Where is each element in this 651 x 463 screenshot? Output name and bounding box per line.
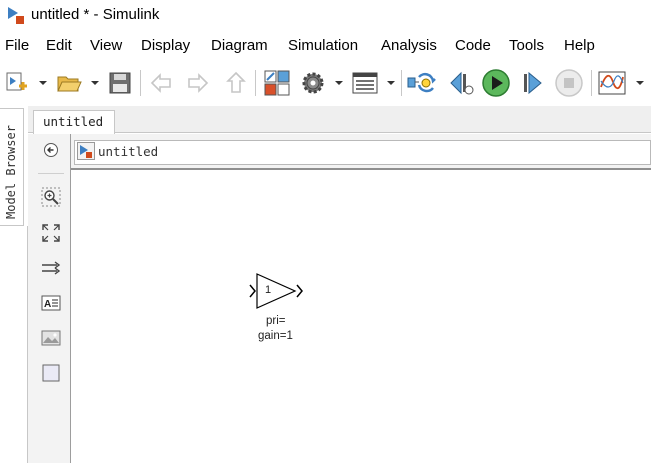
menu-tools[interactable]: Tools xyxy=(509,37,544,54)
menu-code[interactable]: Code xyxy=(455,37,491,54)
open-dropdown-icon[interactable] xyxy=(90,79,100,87)
model-explorer-dropdown-icon[interactable] xyxy=(386,79,396,87)
tab-untitled[interactable]: untitled xyxy=(33,110,115,134)
image-button[interactable] xyxy=(40,327,62,349)
menu-view[interactable]: View xyxy=(90,37,122,54)
menu-diagram[interactable]: Diagram xyxy=(211,37,268,54)
model-settings-button[interactable] xyxy=(298,68,328,98)
library-browser-icon xyxy=(264,70,290,96)
gain-block-value: 1 xyxy=(265,284,272,296)
fit-view-button[interactable] xyxy=(40,222,62,244)
settings-dropdown-icon[interactable] xyxy=(334,79,344,87)
title-bar: untitled * - Simulink xyxy=(0,0,651,32)
run-button[interactable] xyxy=(481,68,511,98)
toolbar xyxy=(0,62,651,104)
breadcrumb[interactable] xyxy=(74,140,651,165)
model-browser-label: Model Browser xyxy=(4,125,18,219)
hide-browser-icon xyxy=(44,143,58,157)
tab-label: untitled xyxy=(43,114,104,129)
new-model-button[interactable] xyxy=(2,68,32,98)
toolbar-separator xyxy=(591,70,592,96)
scope-button[interactable] xyxy=(597,68,627,98)
menu-help[interactable]: Help xyxy=(564,37,595,54)
model-browser-tab[interactable]: Model Browser xyxy=(0,108,24,226)
toolbar-separator xyxy=(401,70,402,96)
run-icon xyxy=(482,69,510,97)
annotation-button[interactable]: A xyxy=(40,292,62,314)
zoom-button[interactable] xyxy=(40,186,62,208)
settings-gear-icon xyxy=(302,72,324,94)
model-browser-strip xyxy=(0,226,28,463)
model-explorer-icon xyxy=(352,72,378,94)
up-arrow-icon xyxy=(226,71,246,93)
annotation-icon: A xyxy=(41,295,61,311)
svg-text:A: A xyxy=(44,299,51,310)
step-back-button[interactable] xyxy=(446,68,476,98)
model-explorer-button[interactable] xyxy=(350,68,380,98)
block-annotation-line2: gain=1 xyxy=(258,330,293,342)
up-button[interactable] xyxy=(221,68,251,98)
toolbar-separator xyxy=(255,70,256,96)
editor-tab-bar xyxy=(28,106,651,133)
simulink-model-icon xyxy=(77,142,95,160)
menu-edit[interactable]: Edit xyxy=(46,37,72,54)
save-button[interactable] xyxy=(105,68,135,98)
library-browser-button[interactable] xyxy=(262,68,292,98)
back-button[interactable] xyxy=(146,68,176,98)
open-button[interactable] xyxy=(54,68,84,98)
stop-button[interactable] xyxy=(554,68,584,98)
simulink-icon xyxy=(8,7,24,24)
update-diagram-button[interactable] xyxy=(407,68,437,98)
back-arrow-icon xyxy=(150,73,171,93)
step-back-icon xyxy=(450,71,474,95)
open-folder-icon xyxy=(57,76,82,92)
breadcrumb-label[interactable]: untitled xyxy=(98,144,158,159)
palette-separator xyxy=(38,173,64,174)
image-icon xyxy=(41,330,61,346)
fit-view-icon xyxy=(42,224,60,242)
step-forward-button[interactable] xyxy=(518,68,548,98)
new-model-dropdown-icon[interactable] xyxy=(38,79,48,87)
menu-bar: File Edit View Display Diagram Simulatio… xyxy=(0,35,651,59)
menu-analysis[interactable]: Analysis xyxy=(381,37,437,54)
forward-button[interactable] xyxy=(183,68,213,98)
save-icon xyxy=(109,72,131,94)
model-canvas[interactable] xyxy=(72,172,651,463)
scope-icon xyxy=(598,71,626,95)
stop-icon xyxy=(555,69,583,97)
area-icon xyxy=(42,364,60,382)
toolbar-separator xyxy=(140,70,141,96)
menu-simulation[interactable]: Simulation xyxy=(288,37,358,54)
forward-arrow-icon xyxy=(188,73,209,93)
block-annotation-line1: pri= xyxy=(266,315,286,327)
menu-file[interactable]: File xyxy=(5,37,29,54)
hide-browser-button[interactable] xyxy=(40,139,62,161)
new-model-icon xyxy=(6,72,27,91)
signal-route-icon xyxy=(42,261,61,275)
zoom-icon xyxy=(41,187,61,207)
update-diagram-icon xyxy=(407,72,436,93)
step-forward-icon xyxy=(524,71,542,95)
area-button[interactable] xyxy=(40,362,62,384)
signal-route-button[interactable] xyxy=(40,257,62,279)
gain-block[interactable] xyxy=(248,270,306,312)
scope-dropdown-icon[interactable] xyxy=(635,79,645,87)
window-title: untitled * - Simulink xyxy=(31,6,160,23)
menu-display[interactable]: Display xyxy=(141,37,190,54)
